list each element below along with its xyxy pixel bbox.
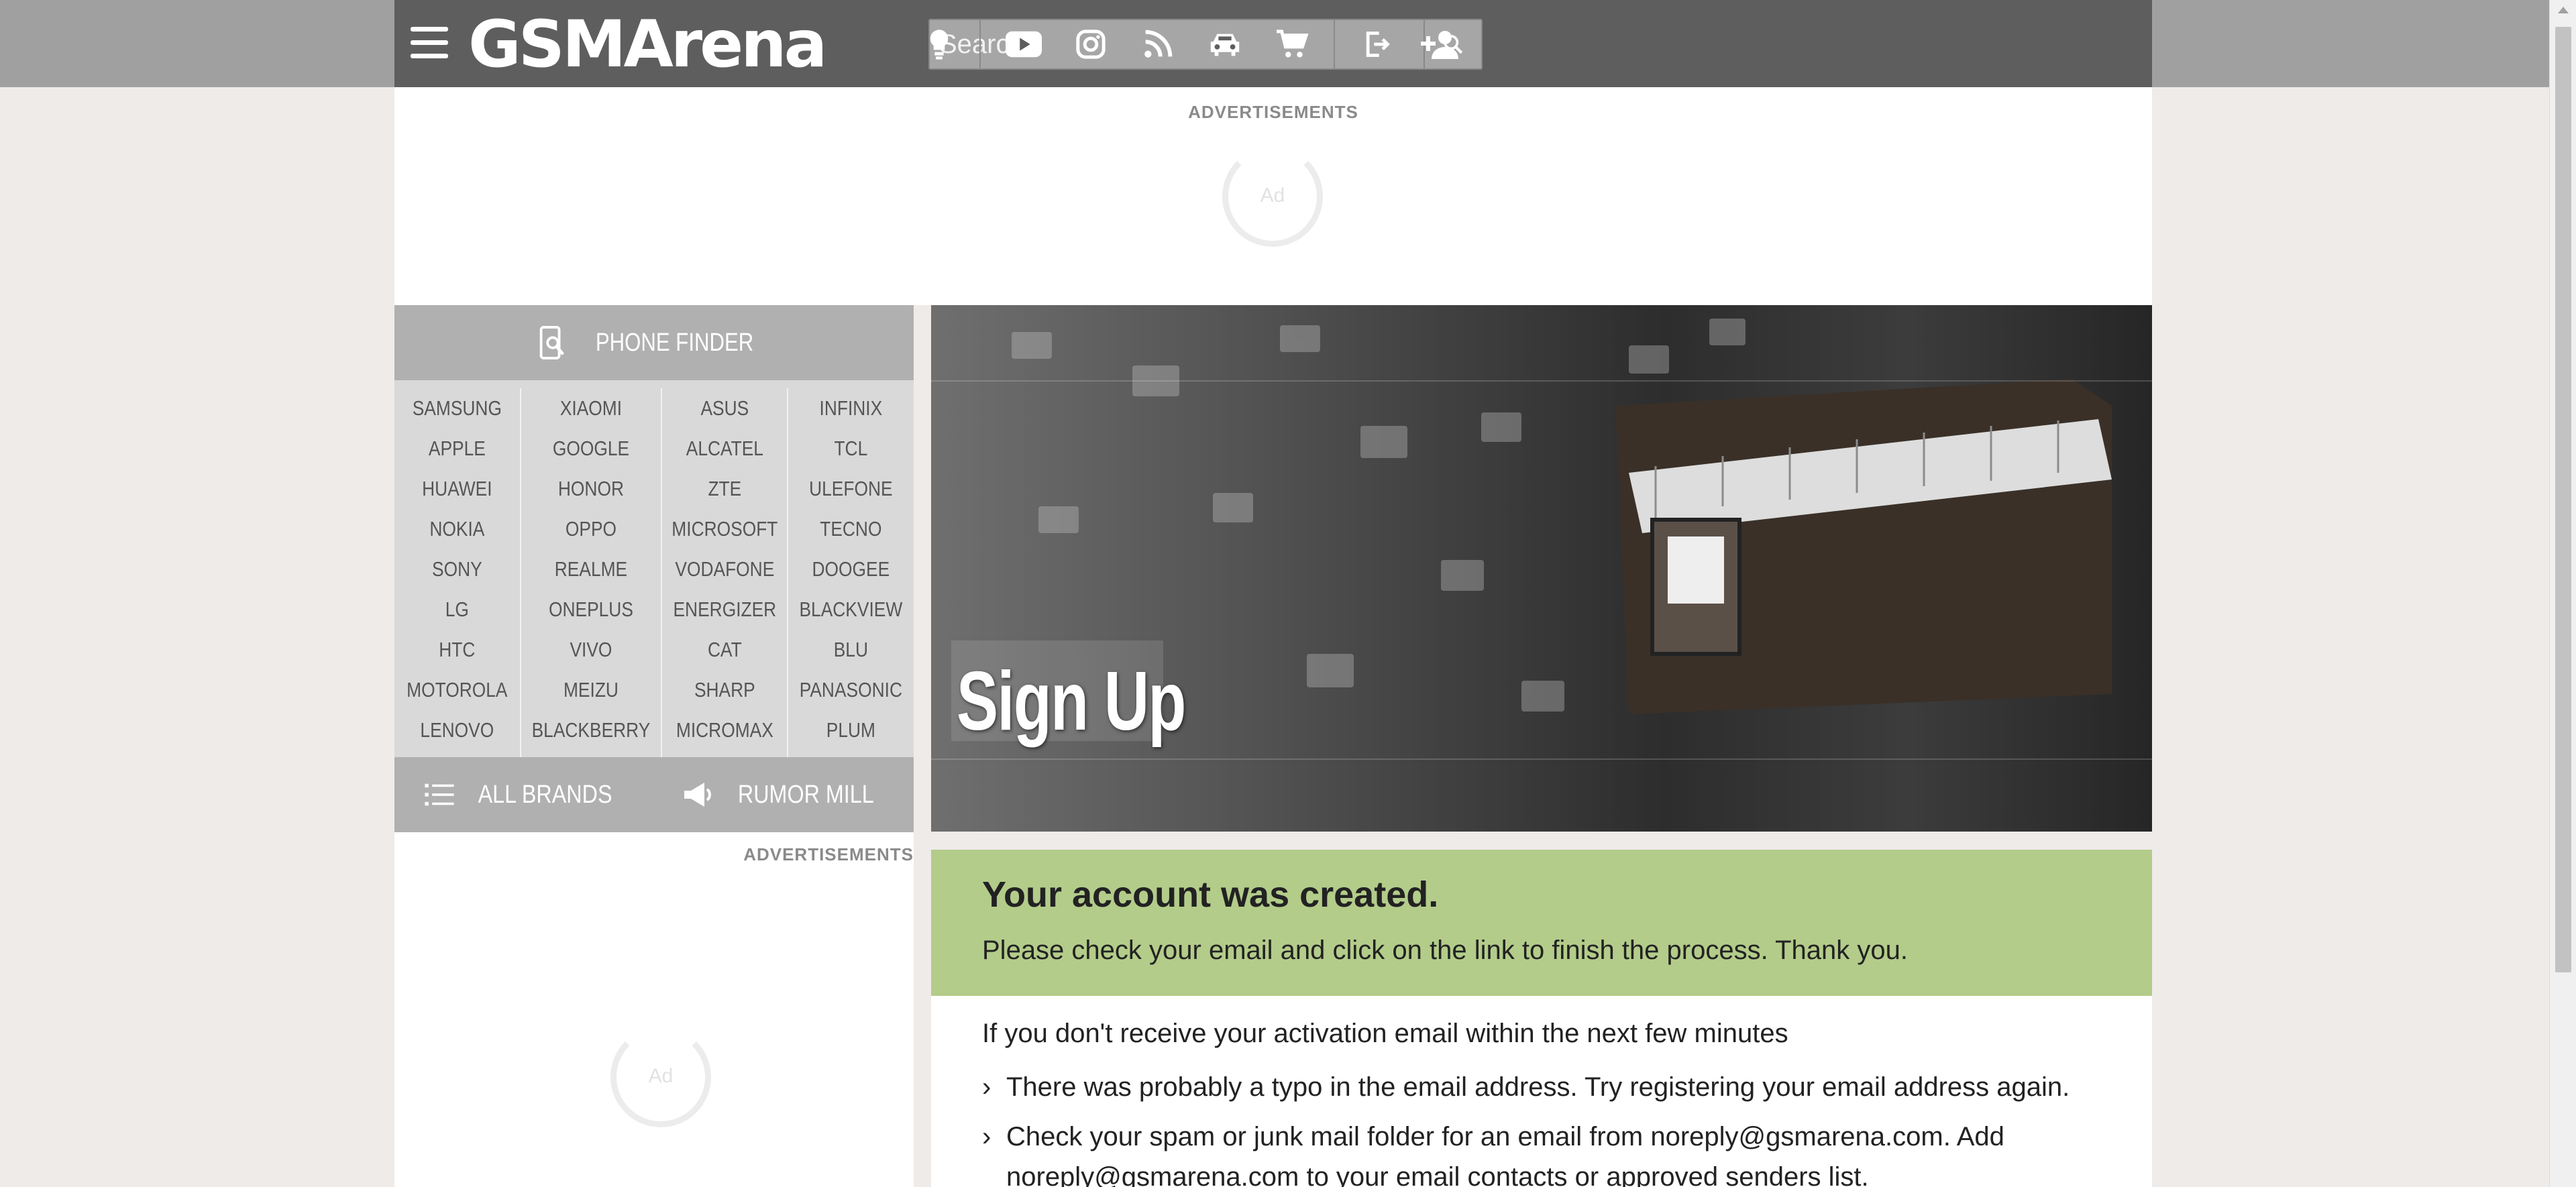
site-header: GSMArena bbox=[394, 0, 2152, 87]
top-ad-area: ADVERTISEMENTS Ad bbox=[394, 87, 2152, 305]
login-icon[interactable] bbox=[1356, 24, 1397, 64]
card-catalog-drawer-image bbox=[1012, 319, 2112, 714]
hero-rule bbox=[931, 758, 2152, 760]
site-logo[interactable]: GSMArena bbox=[468, 12, 827, 76]
brand-link[interactable]: TECNO bbox=[798, 509, 904, 549]
rumor-mill-button[interactable]: RUMOR MILL bbox=[654, 757, 914, 832]
megaphone-icon bbox=[684, 783, 712, 807]
header-divider bbox=[1334, 20, 1335, 68]
all-brands-button[interactable]: ALL BRANDS bbox=[394, 757, 654, 832]
scrollbar-thumb[interactable] bbox=[2555, 27, 2571, 972]
success-text: Please check your email and click on the… bbox=[982, 936, 1908, 965]
brand-link[interactable]: MICROSOFT bbox=[672, 509, 778, 549]
ad-placeholder: Ad bbox=[1260, 184, 1285, 207]
success-message: Your account was created. Please check y… bbox=[931, 850, 2152, 996]
rumor-mill-label: RUMOR MILL bbox=[738, 780, 874, 809]
brand-link[interactable]: MOTOROLA bbox=[404, 670, 511, 710]
hero-rule bbox=[931, 380, 2152, 382]
rss-icon[interactable] bbox=[1138, 24, 1178, 64]
list-item-text: There was probably a typo in the email a… bbox=[1006, 1072, 2070, 1102]
all-brands-label: ALL BRANDS bbox=[478, 780, 612, 809]
sidebar-footer: ALL BRANDS RUMOR MILL bbox=[394, 757, 914, 832]
sidebar-ad-area: ADVERTISEMENTS Ad bbox=[394, 832, 914, 1187]
brand-link[interactable]: BLU bbox=[798, 630, 904, 670]
brand-link[interactable]: REALME bbox=[531, 549, 650, 589]
brand-column: ASUS ALCATEL ZTE MICROSOFT VODAFONE ENER… bbox=[662, 388, 789, 757]
ad-placeholder: Ad bbox=[648, 1065, 674, 1087]
brand-link[interactable]: HTC bbox=[404, 630, 511, 670]
brand-link[interactable]: MEIZU bbox=[531, 670, 650, 710]
youtube-icon[interactable] bbox=[1004, 24, 1044, 64]
brand-link[interactable]: INFINIX bbox=[798, 388, 904, 429]
brand-column: XIAOMI GOOGLE HONOR OPPO REALME ONEPLUS … bbox=[521, 388, 662, 757]
chevron-right-icon: › bbox=[982, 1122, 991, 1151]
phone-finder-icon bbox=[540, 326, 565, 359]
ad-label: ADVERTISEMENTS bbox=[743, 844, 914, 864]
help-lead: If you don't receive your activation ema… bbox=[982, 1019, 1788, 1048]
list-item: › There was probably a typo in the email … bbox=[982, 1067, 2123, 1107]
brand-link[interactable]: SONY bbox=[404, 549, 511, 589]
brand-link[interactable]: LG bbox=[404, 589, 511, 630]
instagram-icon[interactable] bbox=[1071, 24, 1111, 64]
success-title: Your account was created. bbox=[982, 874, 1439, 915]
brand-link[interactable]: HUAWEI bbox=[404, 469, 511, 509]
brand-link[interactable]: SAMSUNG bbox=[404, 388, 511, 429]
phone-finder-label: PHONE FINDER bbox=[596, 328, 754, 357]
brand-link[interactable]: MICROMAX bbox=[672, 710, 778, 750]
brand-column: INFINIX TCL ULEFONE TECNO DOOGEE BLACKVI… bbox=[788, 388, 914, 757]
chevron-right-icon: › bbox=[982, 1072, 991, 1102]
brand-link[interactable]: PANASONIC bbox=[798, 670, 904, 710]
brand-link[interactable]: APPLE bbox=[404, 429, 511, 469]
add-user-icon[interactable] bbox=[1414, 24, 1468, 64]
brand-link[interactable]: ASUS bbox=[672, 388, 778, 429]
brand-link[interactable]: BLACKVIEW bbox=[798, 589, 904, 630]
brand-link[interactable]: OPPO bbox=[531, 509, 650, 549]
brand-list: SAMSUNG APPLE HUAWEI NOKIA SONY LG HTC M… bbox=[394, 380, 914, 757]
hero-banner: Sign Up bbox=[931, 305, 2152, 832]
page-title: Sign Up bbox=[957, 655, 1186, 748]
brand-link[interactable]: VODAFONE bbox=[672, 549, 778, 589]
brand-link[interactable]: TCL bbox=[798, 429, 904, 469]
brand-link[interactable]: ENERGIZER bbox=[672, 589, 778, 630]
brand-link[interactable]: VIVO bbox=[531, 630, 650, 670]
brand-link[interactable]: ONEPLUS bbox=[531, 589, 650, 630]
brand-link[interactable]: GOOGLE bbox=[531, 429, 650, 469]
brand-link[interactable]: ULEFONE bbox=[798, 469, 904, 509]
brand-link[interactable]: ALCATEL bbox=[672, 429, 778, 469]
cart-icon[interactable] bbox=[1272, 24, 1312, 64]
list-item: › Check your spam or junk mail folder for… bbox=[982, 1117, 2123, 1187]
scroll-up-icon[interactable] bbox=[2558, 7, 2569, 13]
brand-link[interactable]: BLACKBERRY bbox=[531, 710, 650, 750]
lightbulb-icon[interactable] bbox=[919, 24, 959, 64]
brand-link[interactable]: HONOR bbox=[531, 469, 650, 509]
brand-link[interactable]: LENOVO bbox=[404, 710, 511, 750]
help-info: If you don't receive your activation ema… bbox=[931, 996, 2152, 1187]
brand-link[interactable]: DOOGEE bbox=[798, 549, 904, 589]
page-scrollbar[interactable] bbox=[2549, 0, 2576, 1187]
brand-link[interactable]: XIAOMI bbox=[531, 388, 650, 429]
ad-loading-spinner: Ad bbox=[1222, 146, 1323, 247]
brand-link[interactable]: PLUM bbox=[798, 710, 904, 750]
list-icon bbox=[425, 783, 454, 806]
brand-link[interactable]: NOKIA bbox=[404, 509, 511, 549]
header-divider bbox=[979, 20, 981, 68]
ad-loading-spinner: Ad bbox=[610, 1027, 711, 1127]
brand-link[interactable]: ZTE bbox=[672, 469, 778, 509]
car-icon[interactable] bbox=[1205, 24, 1245, 64]
ad-label: ADVERTISEMENTS bbox=[1188, 102, 1358, 122]
brand-link[interactable]: SHARP bbox=[672, 670, 778, 710]
help-list: › There was probably a typo in the email … bbox=[982, 1067, 2123, 1187]
brand-link[interactable]: CAT bbox=[672, 630, 778, 670]
brand-column: SAMSUNG APPLE HUAWEI NOKIA SONY LG HTC M… bbox=[394, 388, 521, 757]
phone-finder-button[interactable]: PHONE FINDER bbox=[394, 305, 914, 380]
list-item-text: Check your spam or junk mail folder for … bbox=[1006, 1122, 2004, 1187]
menu-icon[interactable] bbox=[411, 27, 448, 60]
